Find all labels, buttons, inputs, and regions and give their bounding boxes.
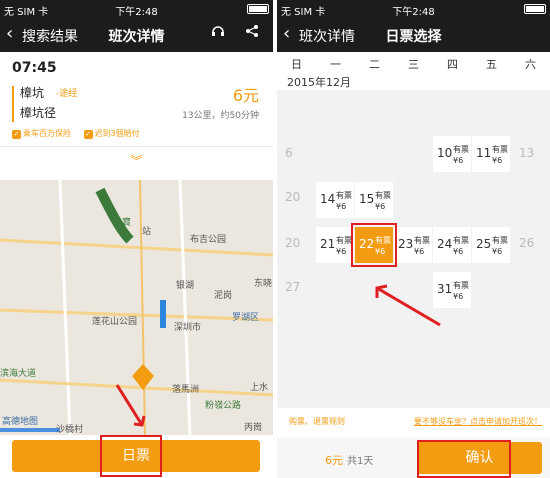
calendar-day-disabled: 13 bbox=[519, 146, 535, 160]
map-label: 莲花山公园 bbox=[92, 317, 138, 327]
status-bar: 无 SIM 卡 下午2:48 bbox=[277, 0, 550, 18]
calendar-day-disabled: 20 bbox=[285, 190, 301, 204]
annotation-arrow-icon bbox=[115, 384, 146, 427]
date-select-screen: 无 SIM 卡 下午2:48 ‹ 班次详情 日票选择 日 一 二 三 四 五 六… bbox=[277, 0, 550, 478]
check-icon: ✓ bbox=[83, 130, 93, 139]
annotation-arrow-icon bbox=[375, 284, 441, 327]
highlight-box bbox=[417, 440, 511, 478]
late-compensation-badge: ✓ 迟到3個賠付 bbox=[83, 129, 140, 139]
request-bus-link[interactable]: 要不够没车坐？点击申请加开班次！ bbox=[414, 416, 542, 427]
calendar-day-disabled: 6 bbox=[285, 146, 293, 160]
calendar-day[interactable]: 21 有票 ¥6 bbox=[316, 227, 354, 263]
map-label: 泥岗 bbox=[214, 291, 233, 301]
map-label: 粉嶺公路 bbox=[205, 401, 242, 411]
map-label: 滨海大道 bbox=[0, 369, 37, 379]
total-price: 6元 bbox=[325, 454, 343, 467]
end-stop: 樟坑径 bbox=[20, 106, 57, 118]
trip-price: 6元 bbox=[232, 86, 259, 105]
calendar-day[interactable]: 15 有票 ¥6 bbox=[355, 182, 393, 218]
weekday-label: 日 bbox=[291, 58, 302, 71]
map-label: 丙崗 bbox=[244, 423, 263, 433]
weekday-label: 五 bbox=[486, 58, 497, 71]
map-label: 上水 bbox=[250, 383, 269, 393]
weekday-label: 四 bbox=[447, 58, 458, 71]
calendar-day[interactable]: 14 有票 ¥6 bbox=[316, 182, 354, 218]
month-label: 2015年12月 bbox=[287, 76, 351, 89]
calendar-day[interactable]: 25 有票 ¥6 bbox=[472, 227, 510, 263]
clock: 下午2:48 bbox=[392, 7, 435, 18]
map-label: 寶 bbox=[122, 218, 132, 228]
divider bbox=[0, 146, 273, 147]
map-label: 布吉公园 bbox=[190, 235, 227, 245]
trip-detail-screen: 无 SIM 卡 下午2:48 ‹ 搜索结果 班次详情 07:45 樟坑 -途经 … bbox=[0, 0, 273, 478]
badge-row: ✓ 乘车百万保险 ✓ 迟到3個賠付 bbox=[12, 128, 150, 139]
highlight-box bbox=[351, 223, 397, 267]
map-label: 沙橋村 bbox=[56, 425, 84, 435]
calendar-day[interactable]: 24 有票 ¥6 bbox=[433, 227, 471, 263]
calendar-day-disabled: 26 bbox=[519, 236, 535, 250]
clock: 下午2:48 bbox=[115, 7, 158, 18]
share-icon[interactable] bbox=[245, 24, 259, 42]
calendar-day[interactable]: 10 有票 ¥6 bbox=[433, 136, 471, 172]
calendar-grid: 6 13 20 20 26 27 10 有票 ¥6 11 有票 ¥6 14 有票 ¥6 15… bbox=[277, 90, 550, 408]
calendar-day-disabled: 27 bbox=[285, 280, 301, 294]
weekday-label: 二 bbox=[369, 58, 380, 71]
nav-bar: ‹ 班次详情 日票选择 bbox=[277, 18, 550, 52]
map-label: 罗湖区 bbox=[232, 313, 260, 323]
info-footer: 购票、退票规则 要不够没车坐？点击申请加开班次！ bbox=[277, 408, 550, 438]
battery-icon bbox=[247, 4, 269, 14]
check-icon: ✓ bbox=[12, 130, 21, 139]
weekday-label: 三 bbox=[408, 58, 419, 71]
expand-chevron-icon[interactable]: ︾ bbox=[0, 152, 273, 169]
calendar-day-disabled: 20 bbox=[285, 236, 301, 250]
map-label: 银湖 bbox=[176, 281, 195, 291]
map-logo: 高德地图 bbox=[2, 417, 39, 427]
total-days: 共1天 bbox=[347, 456, 374, 467]
nav-bar: ‹ 搜索结果 班次详情 bbox=[0, 18, 273, 52]
route-line bbox=[12, 86, 14, 122]
page-title: 日票选择 bbox=[385, 29, 442, 45]
map-label: 站 bbox=[142, 227, 152, 237]
map-label: 落馬洲 bbox=[172, 385, 200, 395]
page-title: 班次详情 bbox=[108, 29, 165, 45]
screenshot-composite: 无 SIM 卡 下午2:48 ‹ 搜索结果 班次详情 07:45 樟坑 -途经 … bbox=[0, 0, 550, 478]
rules-link[interactable]: 购票、退票规则 bbox=[289, 416, 345, 427]
status-bar: 无 SIM 卡 下午2:48 bbox=[0, 0, 273, 18]
depart-time: 07:45 bbox=[12, 60, 57, 76]
route-map[interactable]: 寶 站 布吉公园 银湖 泥岗 东晓 莲花山公园 深圳市 罗湖区 滨海大道 落馬洲… bbox=[0, 180, 273, 435]
map-label: 东晓 bbox=[254, 279, 273, 289]
via-link[interactable]: -途经 bbox=[56, 86, 77, 99]
highlight-box bbox=[100, 435, 162, 477]
start-stop: 樟坑 bbox=[20, 86, 45, 100]
headset-icon[interactable] bbox=[211, 24, 225, 42]
weekday-label: 六 bbox=[525, 58, 536, 71]
calendar-day[interactable]: 23 有票 ¥6 bbox=[394, 227, 432, 263]
insurance-badge: ✓ 乘车百万保险 bbox=[12, 129, 71, 139]
weekday-header: 日 一 二 三 四 五 六 bbox=[277, 52, 550, 72]
map-label: 深圳市 bbox=[174, 323, 202, 333]
weekday-label: 一 bbox=[330, 58, 341, 71]
calendar-day[interactable]: 11 有票 ¥6 bbox=[472, 136, 510, 172]
trip-distance: 13公里，约50分钟 bbox=[182, 111, 259, 121]
battery-icon bbox=[524, 4, 546, 14]
